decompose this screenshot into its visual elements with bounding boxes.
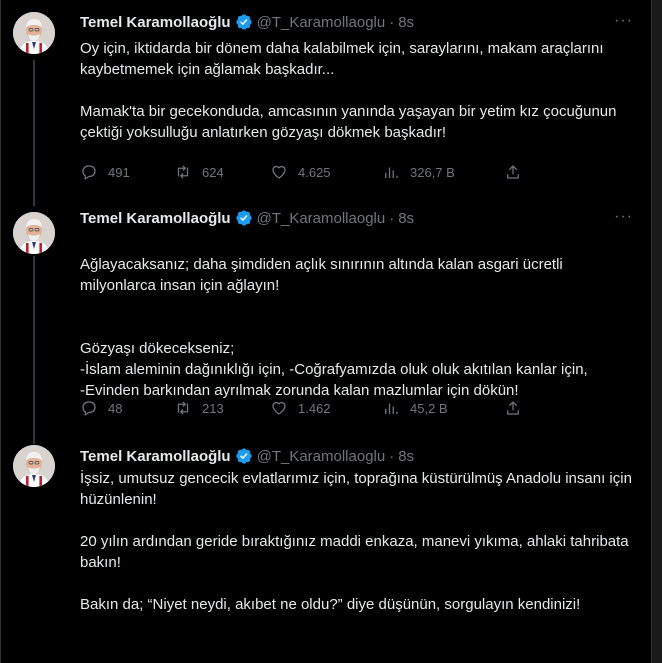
tweet-paragraph: İşsiz, umutsuz gencecik evlatlarımız içi… (80, 470, 632, 508)
tweet-text: Oy için, iktidarda bir dönem daha kalabi… (80, 38, 640, 143)
more-icon[interactable]: ··· (614, 208, 633, 226)
reply-count: 48 (108, 400, 123, 416)
share-button[interactable] (504, 163, 532, 181)
author-handle[interactable]: @T_Karamollaoglu (257, 14, 386, 31)
tweet-paragraph: Mamak'ta bir gecekonduda, amcasının yanı… (80, 103, 617, 141)
timestamp[interactable]: 8s (398, 210, 414, 227)
separator-dot: · (389, 209, 395, 227)
more-icon[interactable]: ··· (614, 12, 633, 30)
heart-icon (272, 165, 286, 179)
tweet-1[interactable]: Temel Karamollaoğlu @T_Karamollaoglu · 8… (1, 0, 651, 200)
timestamp[interactable]: 8s (398, 448, 414, 465)
reply-button[interactable]: 48 (80, 399, 174, 417)
tweet-header: Temel Karamollaoğlu @T_Karamollaoglu · 8… (80, 208, 414, 228)
avatar[interactable] (13, 445, 55, 487)
views-button[interactable]: 45,2 B (382, 399, 504, 417)
tweet-text: Ağlayacaksanız; daha şimdiden açlık sını… (80, 233, 640, 422)
avatar-portrait (13, 12, 55, 54)
tweet-paragraph: Ağlayacaksanız; daha şimdiden açlık sını… (80, 256, 563, 294)
timeline: Temel Karamollaoğlu @T_Karamollaoglu · 8… (0, 0, 652, 663)
retweet-button[interactable]: 213 (174, 399, 270, 417)
separator-dot: · (389, 447, 395, 465)
tweet-3[interactable]: Temel Karamollaoğlu @T_Karamollaoglu · 8… (1, 440, 651, 663)
like-count: 4.625 (298, 164, 331, 180)
tweet-text: İşsiz, umutsuz gencecik evlatlarımız içi… (80, 468, 640, 615)
share-button[interactable] (504, 399, 532, 417)
retweet-icon (177, 401, 189, 415)
author-handle[interactable]: @T_Karamollaoglu (257, 448, 386, 465)
like-button[interactable]: 4.625 (270, 163, 382, 181)
views-icon (385, 403, 398, 414)
retweet-count: 624 (202, 164, 224, 180)
retweet-button[interactable]: 624 (174, 163, 270, 181)
separator-dot: · (389, 13, 395, 31)
tweet-header: Temel Karamollaoğlu @T_Karamollaoglu · 8… (80, 446, 414, 466)
tweet-paragraph: Bakın da; “Niyet neydi, akıbet ne oldu?”… (80, 596, 581, 613)
share-icon (507, 165, 519, 179)
scrollbar-track[interactable] (652, 0, 662, 663)
reply-icon (82, 165, 96, 180)
share-icon (507, 401, 519, 415)
author-name[interactable]: Temel Karamollaoğlu (80, 448, 231, 465)
views-count: 45,2 B (410, 400, 448, 416)
author-name[interactable]: Temel Karamollaoğlu (80, 210, 231, 227)
author-name[interactable]: Temel Karamollaoğlu (80, 14, 231, 31)
tweet-paragraph: Gözyaşı dökecekseniz; -İslam aleminin da… (80, 340, 588, 399)
views-icon (385, 167, 398, 178)
tweet-2[interactable]: Temel Karamollaoğlu @T_Karamollaoglu · 8… (1, 200, 651, 440)
verified-badge-icon (235, 447, 253, 465)
tweet-paragraph: 20 yılın ardından geride bıraktığınız ma… (80, 533, 629, 571)
avatar-portrait (13, 445, 55, 487)
verified-badge-icon (235, 13, 253, 31)
reply-icon (82, 401, 96, 416)
like-count: 1.462 (298, 400, 331, 416)
tweet-paragraph: Oy için, iktidarda bir dönem daha kalabi… (80, 40, 604, 78)
tweet-actions: 491 624 4.625 326,7 B (80, 162, 550, 182)
heart-icon (272, 401, 286, 415)
tweet-actions: 48 213 1.462 45,2 B (80, 398, 550, 418)
avatar[interactable] (13, 212, 55, 254)
retweet-count: 213 (202, 400, 224, 416)
verified-badge-icon (235, 209, 253, 227)
like-button[interactable]: 1.462 (270, 399, 382, 417)
reply-button[interactable]: 491 (80, 163, 174, 181)
retweet-icon (177, 165, 189, 179)
author-handle[interactable]: @T_Karamollaoglu (257, 210, 386, 227)
views-count: 326,7 B (410, 164, 455, 180)
avatar[interactable] (13, 12, 55, 54)
reply-count: 491 (108, 164, 130, 180)
avatar-portrait (13, 212, 55, 254)
views-button[interactable]: 326,7 B (382, 163, 504, 181)
tweet-header: Temel Karamollaoğlu @T_Karamollaoglu · 8… (80, 12, 414, 32)
timestamp[interactable]: 8s (398, 14, 414, 31)
